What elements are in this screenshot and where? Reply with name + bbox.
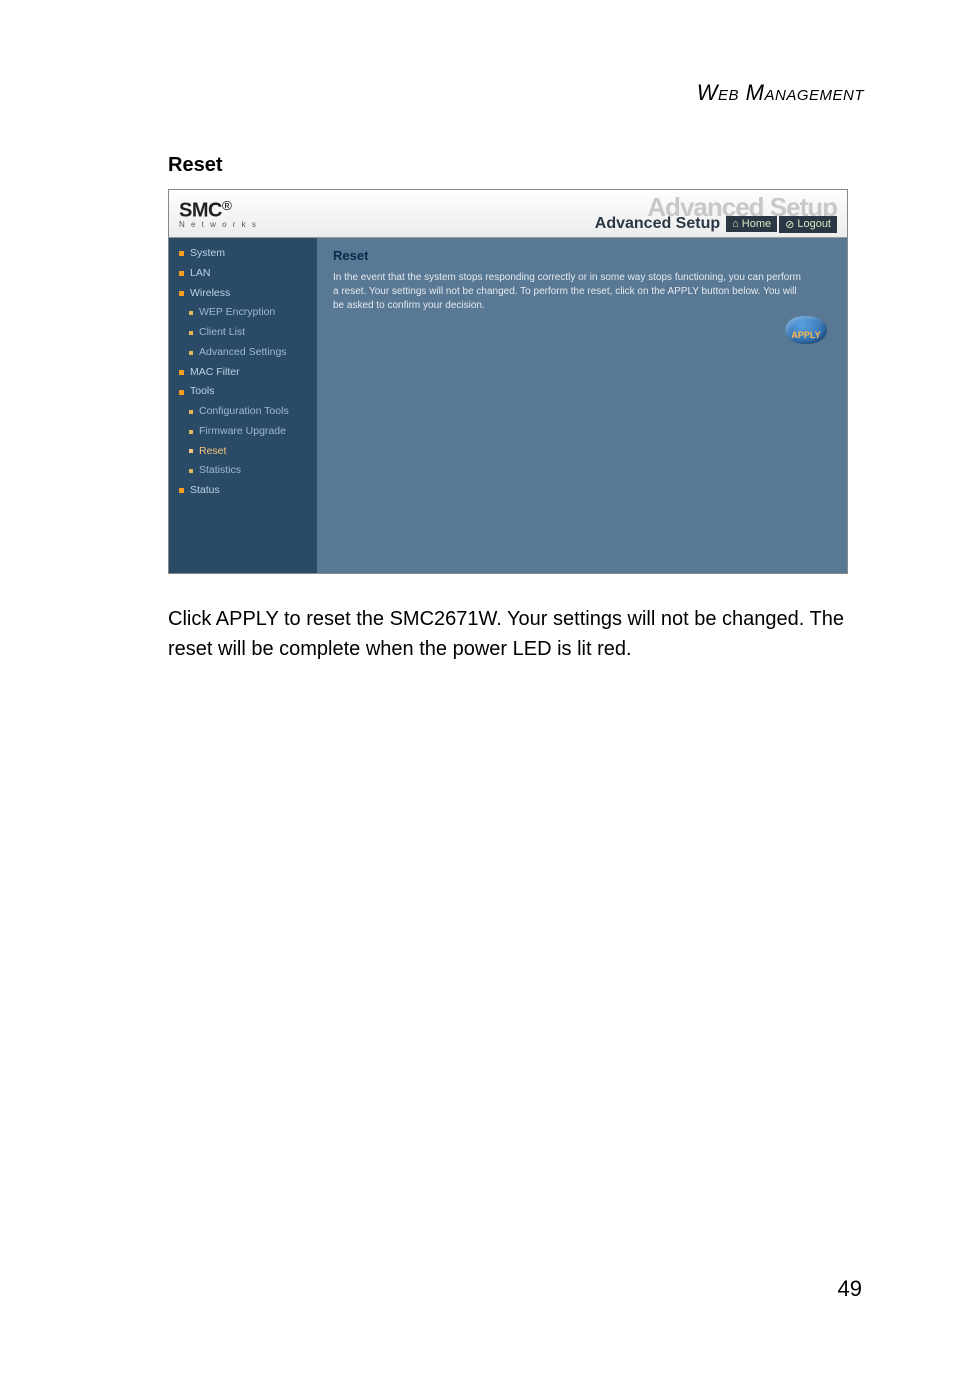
sidebar-item-macfilter[interactable]: MAC Filter — [169, 363, 317, 383]
logo: SMC® N e t w o r k s — [169, 190, 317, 237]
sidebar-sub-advanced-settings[interactable]: Advanced Settings — [169, 343, 317, 363]
logout-label: Logout — [797, 218, 831, 230]
sidebar-item-status[interactable]: Status — [169, 481, 317, 501]
sidebar-item-tools[interactable]: Tools — [169, 382, 317, 402]
banner-title: Advanced Setup — [595, 215, 720, 233]
banner: Advanced Setup Advanced Setup ⌂ Home ⊘ L… — [317, 190, 847, 237]
sidebar-sub-clientlist[interactable]: Client List — [169, 323, 317, 343]
page-header: Web Management — [90, 80, 864, 106]
content-description: In the event that the system stops respo… — [333, 271, 803, 313]
ui-header: SMC® N e t w o r k s Advanced Setup Adva… — [169, 190, 847, 238]
sidebar-item-lan[interactable]: LAN — [169, 264, 317, 284]
sidebar-sub-reset[interactable]: Reset — [169, 442, 317, 462]
sidebar-sub-config-tools[interactable]: Configuration Tools — [169, 402, 317, 422]
sidebar-sub-statistics[interactable]: Statistics — [169, 461, 317, 481]
sidebar-sub-firmware[interactable]: Firmware Upgrade — [169, 422, 317, 442]
logout-link[interactable]: ⊘ Logout — [779, 216, 837, 233]
sidebar-item-wireless[interactable]: Wireless — [169, 284, 317, 304]
home-icon: ⌂ — [732, 218, 739, 230]
sidebar-sub-wep[interactable]: WEP Encryption — [169, 303, 317, 323]
instruction-paragraph: Click APPLY to reset the SMC2671W. Your … — [168, 604, 848, 664]
logout-icon: ⊘ — [785, 218, 794, 231]
page-number: 49 — [838, 1276, 862, 1302]
logo-reg: ® — [222, 198, 232, 213]
sidebar-item-system[interactable]: System — [169, 244, 317, 264]
router-admin-screenshot: SMC® N e t w o r k s Advanced Setup Adva… — [168, 189, 848, 574]
apply-button[interactable]: APPLY — [785, 316, 827, 344]
logo-subtext: N e t w o r k s — [179, 220, 317, 229]
content-panel: Reset In the event that the system stops… — [317, 238, 847, 573]
logo-brand: SMC — [179, 199, 222, 221]
section-heading-reset: Reset — [168, 154, 864, 177]
sidebar: System LAN Wireless WEP Encryption Clien… — [169, 238, 317, 573]
home-link[interactable]: ⌂ Home — [726, 216, 777, 232]
content-title: Reset — [333, 248, 831, 263]
home-label: Home — [742, 218, 771, 230]
